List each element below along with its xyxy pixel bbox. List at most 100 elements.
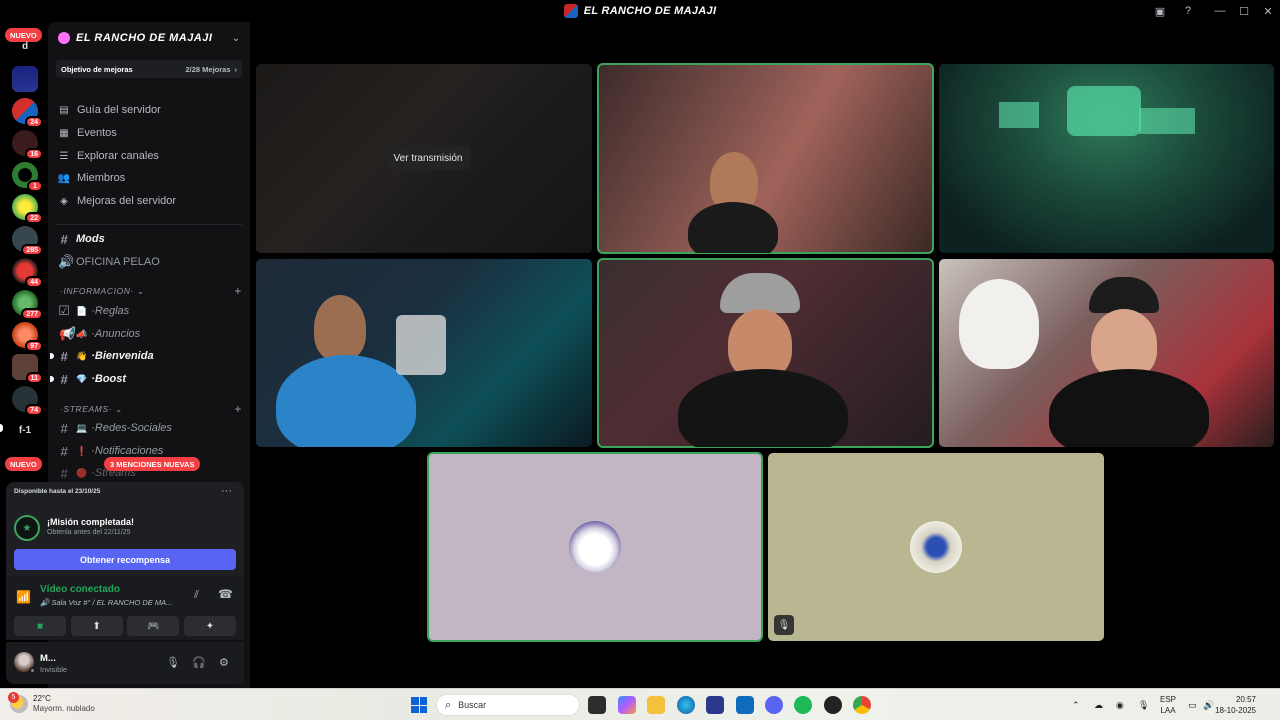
video-tile-4[interactable] [597, 258, 934, 448]
nav-browse-channels[interactable]: ☰ Explorar canales [58, 146, 240, 166]
minimize-button[interactable]: — [1208, 0, 1232, 22]
camera-button[interactable]: ■ [14, 616, 66, 636]
channel-oficina-pelao[interactable]: 🔊 OFICINA PELAO [58, 252, 240, 272]
weather-widget[interactable]: 5 22°C Mayorm. nublado [8, 692, 95, 714]
nav-events[interactable]: ▦ Eventos [58, 123, 240, 143]
stream-tile[interactable]: Ver transmisión [256, 64, 592, 253]
tray-app-icon[interactable]: ◉ [1116, 689, 1124, 720]
weather-icon: 5 [8, 692, 28, 713]
add-channel-icon[interactable]: + [234, 402, 242, 416]
outlook-icon[interactable] [736, 696, 754, 714]
disconnect-icon[interactable]: ☎ [218, 587, 233, 601]
language-indicator[interactable]: ESP LAA [1160, 694, 1176, 716]
activities-button[interactable]: 🎮 [127, 616, 180, 636]
window-title: EL RANCHO DE MAJAJI [583, 5, 717, 17]
category-streams[interactable]: · STREAMS · ⌄ + [60, 402, 242, 416]
volume-icon[interactable]: 🔊 [1203, 689, 1214, 720]
file-explorer-icon[interactable] [647, 696, 665, 714]
avatar [910, 521, 962, 573]
channel-redes-sociales[interactable]: # 💻 · Redes-Sociales [58, 418, 240, 438]
soundboard-icon: ✦ [205, 620, 215, 632]
avatar-tile-1[interactable] [427, 452, 763, 642]
gamepad-icon: 🎮 [147, 620, 160, 632]
tray-mic-icon[interactable]: 🎙 [1138, 689, 1149, 720]
channel-mods[interactable]: # Mods [58, 229, 240, 249]
network-icon[interactable]: ▭ [1188, 689, 1197, 720]
inbox-icon[interactable]: ▣ [1146, 0, 1174, 22]
headphones-icon[interactable]: 🎧 [192, 656, 206, 669]
clock[interactable]: 20:57 18-10-2025 [1215, 694, 1256, 716]
server-sound[interactable]: 285 [12, 226, 43, 256]
quest-panel: Disponible hasta el 23/10/25 ··· ★ ¡Misi… [6, 482, 244, 576]
task-view-icon[interactable] [588, 696, 606, 714]
server-name: EL RANCHO DE MAJAJI [76, 32, 213, 44]
soundboard-button[interactable]: ✦ [183, 616, 236, 636]
video-tile-3[interactable] [256, 259, 592, 447]
megaphone-emoji-icon: 📣 [76, 328, 88, 339]
username[interactable]: M... [40, 653, 56, 664]
more-options-icon[interactable]: ··· [221, 485, 232, 497]
noise-suppression-icon[interactable]: ⫽ [194, 589, 199, 602]
watch-stream-button[interactable]: Ver transmisión [386, 146, 470, 170]
voice-channel-name[interactable]: 🔊 Sala Voz #° / EL RANCHO DE MA... [40, 598, 172, 607]
server-red[interactable]: 16 [12, 130, 43, 160]
new-pill[interactable]: NUEVO [5, 28, 42, 42]
avatar-tile-2[interactable]: 🎙 [768, 453, 1104, 641]
chrome-icon[interactable] [853, 696, 871, 714]
tray-onedrive-icon[interactable]: ☁ [1094, 689, 1103, 720]
help-icon[interactable]: ? [1174, 0, 1202, 22]
gear-icon[interactable]: ⚙ [219, 656, 229, 669]
server-green-ring[interactable]: 1 [12, 162, 43, 192]
server-header[interactable]: EL RANCHO DE MAJAJI ⌄ [48, 22, 250, 54]
start-button[interactable] [411, 697, 427, 713]
user-panel: M... Invisible 🎙 🎧 ⚙ [6, 642, 244, 684]
status-indicator [29, 667, 36, 674]
microphone-icon[interactable]: 🎙 [166, 656, 180, 669]
boost-goal[interactable]: Objetivo de mejoras 2/28 Mejoras › [56, 60, 242, 78]
server-flag[interactable]: 24 [12, 98, 43, 128]
signal-icon[interactable]: 📶 [16, 590, 31, 604]
video-tile-5[interactable] [939, 259, 1274, 447]
edge-icon[interactable] [677, 696, 695, 714]
nav-server-boosts[interactable]: ◈ Mejoras del servidor [58, 191, 240, 211]
copilot-icon[interactable] [618, 696, 636, 714]
channel-boost[interactable]: # 💎 · Boost [50, 369, 240, 389]
muted-mic-icon: 🎙 [774, 615, 794, 635]
channel-anuncios[interactable]: 📢 📣 · Anuncios [58, 324, 240, 344]
github-icon[interactable] [824, 696, 842, 714]
server-brown[interactable]: 11 [12, 354, 43, 384]
store-icon[interactable] [706, 696, 724, 714]
server-f1[interactable]: f-1 [12, 425, 38, 436]
nav-members[interactable]: 👥 Miembros [58, 168, 240, 188]
maximize-button[interactable]: ☐ [1232, 0, 1256, 22]
server-dark[interactable]: 74 [12, 386, 43, 416]
search-icon: ⌕ [445, 698, 452, 711]
search-box[interactable]: ⌕ Buscar [436, 694, 580, 716]
dm-shortcut[interactable]: d [12, 41, 38, 52]
tray-chevron-icon[interactable]: ⌃ [1072, 689, 1080, 720]
channel-reglas[interactable]: ☑ 📄 · Reglas [58, 301, 240, 321]
voice-status[interactable]: Vídeo conectado [40, 584, 120, 595]
category-informacion[interactable]: · INFORMACION · ⌄ + [60, 284, 242, 298]
server-yellow[interactable]: 22 [12, 194, 43, 224]
wave-emoji-icon: 👋 [76, 350, 88, 361]
video-tile-1[interactable] [597, 63, 934, 254]
new-pill-bottom[interactable]: NUEVO [5, 457, 42, 471]
claim-reward-button[interactable]: Obtener recompensa [14, 549, 236, 570]
channel-bienvenida[interactable]: # 👋 · Bienvenida [50, 346, 240, 366]
spotify-icon[interactable] [794, 696, 812, 714]
server-orange[interactable]: 97 [12, 322, 43, 352]
add-channel-icon[interactable]: + [234, 284, 242, 298]
discord-icon[interactable] [765, 696, 783, 714]
video-tile-2[interactable] [939, 64, 1274, 253]
close-button[interactable]: ✕ [1256, 0, 1280, 22]
camera-icon: ■ [36, 620, 44, 632]
browse-channels-icon: ☰ [59, 150, 69, 162]
screen-share-button[interactable]: ⬆ [70, 616, 123, 636]
new-mentions-pill[interactable]: 3 MENCIONES NUEVAS [104, 457, 201, 471]
server-mario[interactable]: 44 [12, 258, 43, 288]
nav-server-guide[interactable]: ▤ Guía del servidor [58, 100, 240, 120]
server-luigi[interactable]: 277 [12, 290, 43, 320]
server-azules[interactable] [12, 66, 38, 92]
boost-goal-label: Objetivo de mejoras [61, 64, 133, 74]
